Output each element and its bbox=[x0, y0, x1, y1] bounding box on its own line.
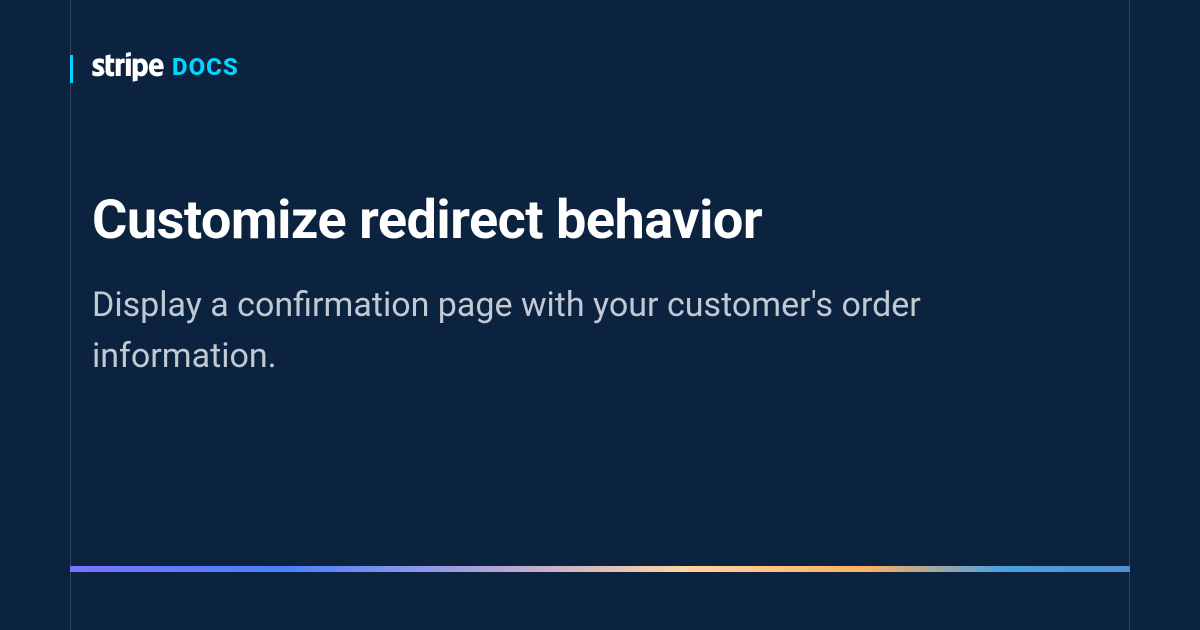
docs-label: DOCS bbox=[172, 53, 239, 81]
logo-accent-bar bbox=[70, 55, 73, 83]
main-content: Customize redirect behavior Display a co… bbox=[92, 190, 1108, 382]
stripe-logo bbox=[92, 52, 164, 82]
page-title: Customize redirect behavior bbox=[92, 190, 1108, 252]
vertical-divider-left bbox=[70, 0, 71, 630]
page-subtitle: Display a confirmation page with your cu… bbox=[92, 280, 1108, 382]
brand-header: DOCS bbox=[92, 52, 239, 82]
gradient-accent-bar bbox=[70, 566, 1130, 572]
vertical-divider-right bbox=[1129, 0, 1130, 630]
